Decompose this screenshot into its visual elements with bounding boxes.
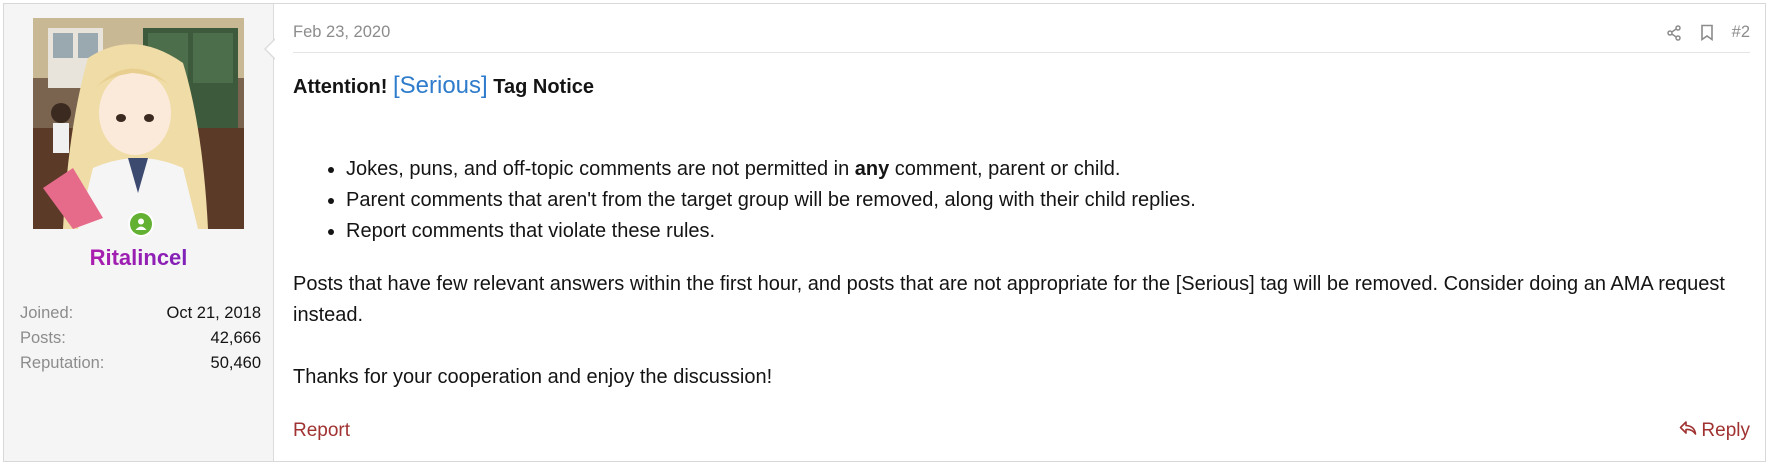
post-header: Feb 23, 2020 #2	[293, 18, 1750, 53]
rule-text-after: comment, parent or child.	[889, 158, 1121, 180]
paragraph-notice: Posts that have few relevant answers wit…	[293, 273, 1725, 326]
user-stats: Joined: Oct 21, 2018 Posts: 42,666 Reput…	[20, 304, 261, 379]
rules-list: Jokes, puns, and off-topic comments are …	[293, 154, 1745, 247]
stat-label: Joined:	[20, 304, 74, 322]
stat-posts: Posts: 42,666	[20, 329, 261, 354]
reply-label: Reply	[1701, 420, 1750, 441]
stat-value: Oct 21, 2018	[166, 304, 261, 322]
user-column: Ritalincel Joined: Oct 21, 2018 Posts: 4…	[4, 4, 276, 461]
list-item: Jokes, puns, and off-topic comments are …	[346, 154, 1745, 185]
avatar[interactable]	[33, 18, 244, 229]
list-item: Report comments that violate these rules…	[346, 216, 1745, 247]
post-container: Ritalincel Joined: Oct 21, 2018 Posts: 4…	[3, 3, 1766, 462]
user-online-icon	[130, 213, 152, 235]
post-actions: #2	[1666, 23, 1750, 42]
reply-icon	[1679, 420, 1697, 442]
post-body: Attention! [Serious] Tag Notice Jokes, p…	[293, 70, 1745, 393]
title-prefix: Attention!	[293, 76, 388, 98]
title-tag: [Serious]	[392, 72, 488, 99]
online-status-badge	[128, 211, 154, 237]
report-label: Report	[293, 420, 351, 441]
share-icon[interactable]	[1666, 24, 1682, 41]
stat-label: Posts:	[20, 329, 66, 347]
reply-button[interactable]: Reply	[1679, 420, 1750, 442]
stat-label: Reputation:	[20, 354, 105, 372]
post-footer: Report Reply	[293, 420, 1750, 442]
rule-text: Report comments that violate these rules…	[346, 220, 716, 242]
rule-text: Parent comments that aren't from the tar…	[346, 189, 1196, 211]
stat-reputation: Reputation: 50,460	[20, 354, 261, 379]
stat-value: 42,666	[210, 329, 261, 347]
report-link[interactable]: Report	[293, 420, 350, 442]
paragraph-thanks: Thanks for your cooperation and enjoy th…	[293, 366, 773, 388]
stat-joined: Joined: Oct 21, 2018	[20, 304, 261, 329]
list-item: Parent comments that aren't from the tar…	[346, 185, 1745, 216]
bookmark-icon[interactable]	[1700, 24, 1714, 41]
rule-bold: any	[854, 158, 890, 180]
title-suffix: Tag Notice	[493, 76, 595, 98]
post-main: Feb 23, 2020 #2 Attention! [Serious] Tag…	[274, 4, 1765, 461]
rule-text: Jokes, puns, and off-topic comments are …	[346, 158, 855, 180]
stat-value: 50,460	[210, 354, 261, 372]
post-title: Attention! [Serious] Tag Notice	[293, 70, 1745, 103]
post-date[interactable]: Feb 23, 2020	[293, 23, 390, 42]
post-number-link[interactable]: #2	[1732, 23, 1750, 42]
username-link[interactable]: Ritalincel	[4, 245, 273, 271]
